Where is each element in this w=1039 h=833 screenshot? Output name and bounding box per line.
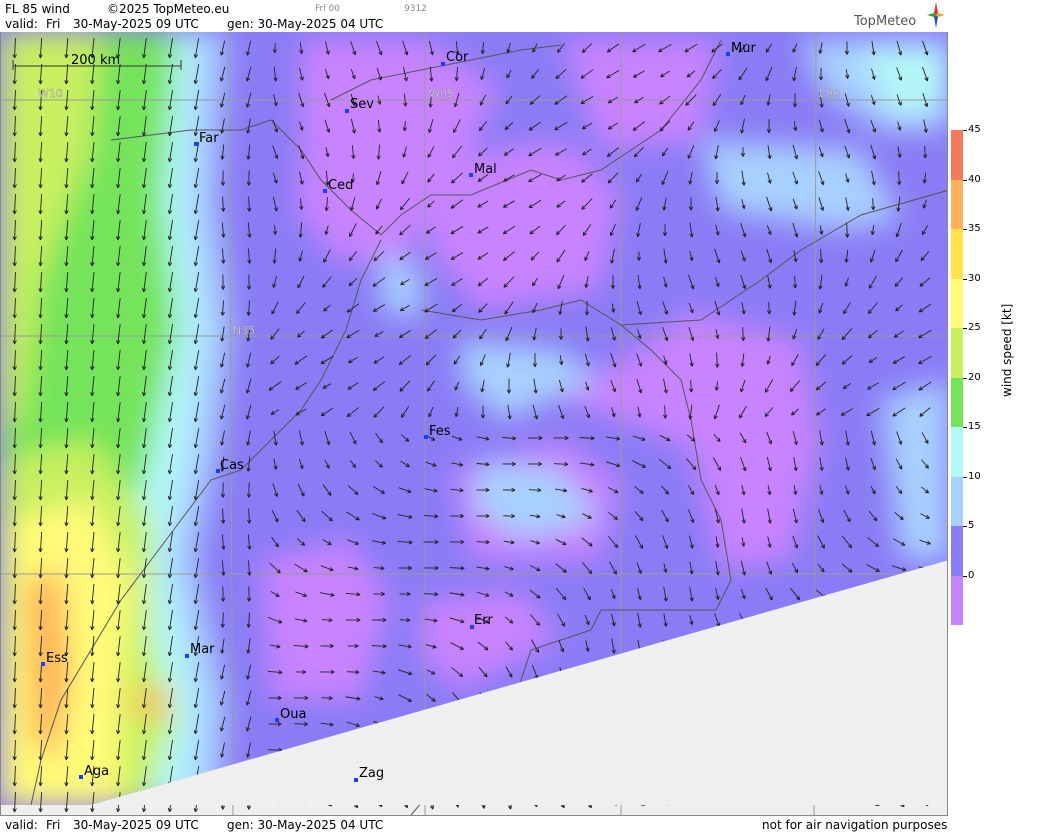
colorbar-tick-mark [963,130,967,131]
colorbar-segment [951,130,963,180]
colorbar-tick-mark [963,526,967,527]
colorbar-tick-mark [963,575,967,577]
footer-disclaimer: not for air navigation purposes [762,818,948,832]
city-ess: Ess [46,651,68,666]
colorbar-tick-label: 45 [968,124,981,135]
colorbar-tick-label: 30 [968,272,981,284]
colorbar-segment [951,179,963,229]
gen-time: gen: 30-May-2025 04 UTC [227,17,384,31]
colorbar-tick-label: 10 [968,470,981,482]
colorbar-tick-label: 25 [968,322,981,333]
city-cor: Cor [446,50,469,65]
colorbar-segment [951,427,963,477]
compass-logo-icon [927,2,945,28]
colorbar-segment [951,575,963,625]
colorbar-tick-mark [963,377,967,379]
valid-day: Fri [46,17,61,31]
wind-map-svg: 200 km W10 W05 E00 N35 Cor Mur Sev Far M… [1,32,947,815]
colorbar-tick-label: 5 [968,520,975,531]
run-label: Fri 00 [315,4,341,14]
colorbar-tick-label: 15 [968,421,981,432]
city-oua: Oua [280,707,306,722]
wind-map[interactable]: 200 km W10 W05 E00 N35 Cor Mur Sev Far M… [0,32,948,815]
copyright: ©2025 TopMeteo.eu [107,2,230,16]
grid-label-e00: E00 [819,87,840,100]
wind-speed-colorbar [951,130,963,625]
valid-label: valid: [5,17,38,31]
city-mar: Mar [190,642,215,657]
footer: valid: Fri 30-May-2025 09 UTC gen: 30-Ma… [0,815,948,833]
colorbar-tick-mark [963,328,967,329]
city-far: Far [199,131,219,146]
city-sev: Sev [350,97,374,112]
colorbar-tick-mark [963,179,967,181]
colorbar-tick-label: 35 [968,223,981,234]
city-zag: Zag [359,766,384,781]
footer-valid-label: valid: [5,818,38,832]
colorbar-segment [951,229,963,279]
colorbar-segment [951,377,963,427]
city-err: Err [474,613,493,628]
city-cas: Cas [220,458,244,473]
grid-label-w05: W05 [429,87,454,100]
colorbar-tick-label: 20 [968,371,981,383]
topmeteo-logo: TopMeteo [854,14,917,29]
colorbar-title: wind speed [kt] [1000,303,1014,397]
scale-label: 200 km [71,53,120,68]
product-name: FL 85 wind [5,2,70,16]
footer-valid-day: Fri [46,818,61,832]
colorbar-tick-mark [963,278,967,280]
colorbar-segment [951,278,963,328]
colorbar-tick-label: 40 [968,173,981,185]
city-mal: Mal [474,162,497,177]
code-label: 9312 [404,4,427,14]
footer-gen-time: gen: 30-May-2025 04 UTC [227,818,384,832]
city-ced: Ced [328,178,353,193]
city-fes: Fes [429,424,451,439]
city-aga: Aga [84,764,109,779]
colorbar-segment [951,526,963,576]
colorbar-tick-mark [963,427,967,428]
colorbar-tick-mark [963,229,967,230]
grid-label-n35: N35 [233,324,255,337]
valid-time: 30-May-2025 09 UTC [73,17,199,31]
footer-valid-time: 30-May-2025 09 UTC [73,818,199,832]
colorbar-segment [951,328,963,378]
city-mur: Mur [731,41,756,56]
colorbar-tick-mark [963,476,967,478]
grid-label-w10: W10 [38,87,63,100]
header: FL 85 wind ©2025 TopMeteo.eu Fri 00 9312… [0,0,948,32]
colorbar-tick-label: 0 [968,569,975,581]
colorbar-segment [951,476,963,526]
